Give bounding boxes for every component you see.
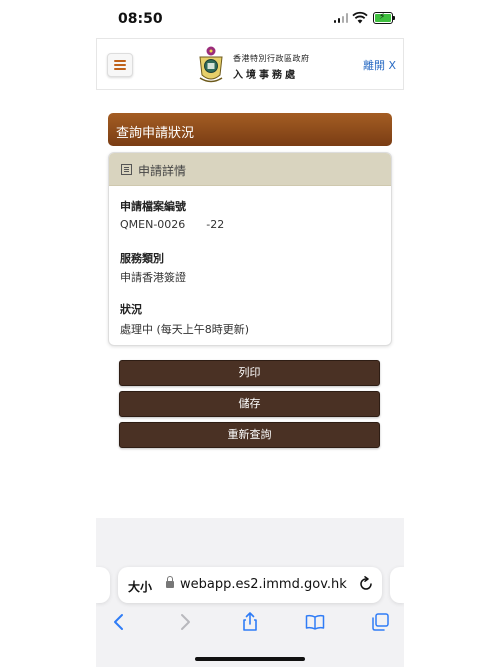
address-bar[interactable]: 大小 webapp.es2.immd.gov.hk (118, 567, 382, 603)
url-text[interactable]: webapp.es2.immd.gov.hk (180, 577, 347, 592)
status-value: 處理中 (每天上午8時更新) (120, 323, 250, 336)
file-number-value: QMEN-0026 -22 (120, 218, 225, 231)
service-type-label: 服務類別 (120, 252, 164, 265)
document-icon (121, 164, 132, 175)
immigration-emblem-icon (199, 46, 223, 83)
status-bar: 08:50 ⚡ (96, 0, 404, 36)
government-name: 香港特別行政區政府 (233, 54, 310, 63)
file-number-label: 申請檔案編號 (120, 200, 186, 213)
lock-icon (166, 576, 174, 588)
page-title-bar: 查詢申請狀況 (108, 113, 392, 146)
page-title: 查詢申請狀況 (116, 126, 195, 141)
status-label: 狀況 (120, 303, 142, 316)
details-card-header: 申請詳情 (109, 153, 391, 186)
status-time: 08:50 (118, 11, 163, 27)
details-heading: 申請詳情 (138, 164, 187, 178)
leave-link[interactable]: 離開 X (363, 57, 396, 73)
tabs-icon[interactable] (370, 612, 390, 632)
application-details-card: 申請詳情 申請檔案編號 QMEN-0026 -22 服務類別 申請香港簽證 狀況… (108, 152, 392, 346)
immigration-department-name: 入境事務處 (233, 70, 298, 81)
text-size-button[interactable]: 大小 (128, 578, 152, 595)
phone-screen: 08:50 ⚡ 香港特別行政區政府 入境事務處 離開 X 查詢申請狀況 申請詳情… (96, 0, 404, 667)
forward-icon[interactable] (175, 612, 195, 632)
service-type-value: 申請香港簽證 (120, 271, 186, 284)
re-enquire-button[interactable]: 重新查詢 (119, 422, 380, 448)
home-indicator[interactable] (195, 657, 305, 661)
menu-button[interactable] (107, 53, 133, 77)
site-header: 香港特別行政區政府 入境事務處 離開 X (96, 38, 404, 90)
print-button[interactable]: 列印 (119, 360, 380, 386)
save-button[interactable]: 儲存 (119, 391, 380, 417)
cellular-signal-icon (334, 13, 348, 23)
previous-tab-peek[interactable] (96, 567, 110, 603)
reload-icon[interactable] (358, 576, 374, 592)
bookmarks-icon[interactable] (305, 612, 325, 632)
battery-icon: ⚡ (373, 12, 395, 24)
back-icon[interactable] (109, 612, 129, 632)
wifi-icon (352, 11, 368, 24)
share-icon[interactable] (240, 612, 260, 632)
next-tab-peek[interactable] (390, 567, 404, 603)
department-name: 香港特別行政區政府 入境事務處 (233, 53, 310, 81)
